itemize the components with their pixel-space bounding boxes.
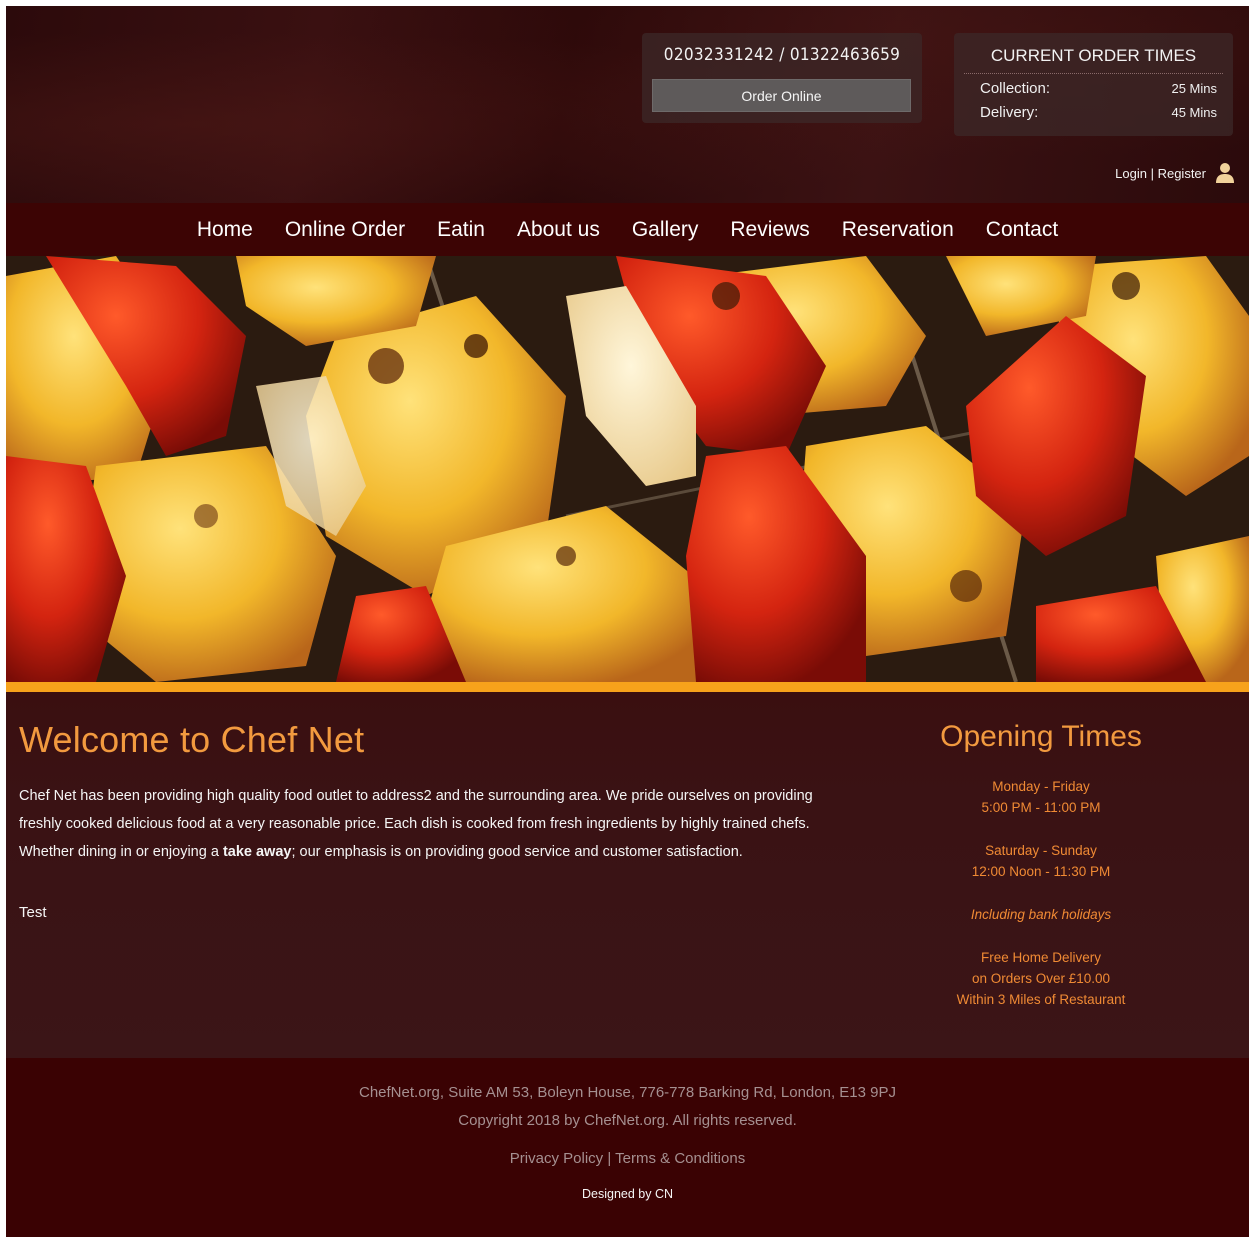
header: 02032331242 / 01322463659 Order Online C… <box>6 6 1249 203</box>
nav-item-reviews[interactable]: Reviews <box>714 218 825 242</box>
delivery-value: 45 Mins <box>1171 105 1217 120</box>
welcome-text-end: ; our emphasis is on providing good serv… <box>291 844 743 860</box>
delivery-line-2: on Orders Over £10.00 <box>971 971 1111 986</box>
welcome-title: Welcome to Chef Net <box>19 719 365 760</box>
main-nav: Home Online Order Eatin About us Gallery… <box>6 203 1249 256</box>
hero-accent-bar <box>6 682 1249 692</box>
order-times-title: CURRENT ORDER TIMES <box>990 46 1197 65</box>
bank-holidays-note: Including bank holidays <box>970 907 1112 922</box>
phone-box: 02032331242 / 01322463659 Order Online <box>642 33 922 123</box>
privacy-policy-link[interactable]: Privacy Policy <box>510 1150 603 1167</box>
weekday-days: Monday - Friday <box>992 779 1090 794</box>
register-link[interactable]: Register <box>1158 166 1206 181</box>
order-times-divider <box>964 73 1223 74</box>
main-content: Welcome to Chef Net Chef Net has been pr… <box>6 692 1249 1058</box>
footer-links: Privacy Policy | Terms & Conditions <box>6 1150 1249 1167</box>
weekend-days: Saturday - Sunday <box>985 843 1097 858</box>
delivery-line-1: Free Home Delivery <box>980 950 1102 965</box>
order-times-box: CURRENT ORDER TIMES Collection: 25 Mins … <box>954 33 1233 136</box>
test-text: Test <box>19 904 47 921</box>
welcome-paragraph: Chef Net has been providing high quality… <box>19 782 839 866</box>
collection-row: Collection: 25 Mins <box>980 80 1217 97</box>
collection-value: 25 Mins <box>1171 81 1217 96</box>
collection-label: Collection: <box>980 80 1051 97</box>
weekday-hours: 5:00 PM - 11:00 PM <box>981 800 1101 815</box>
nav-item-eatin[interactable]: Eatin <box>421 218 501 242</box>
nav-item-online-order[interactable]: Online Order <box>269 218 421 242</box>
designed-by: Designed by CN <box>581 1187 673 1201</box>
footer-copyright: Copyright 2018 by ChefNet.org. All right… <box>458 1112 797 1129</box>
delivery-row: Delivery: 45 Mins <box>980 104 1217 121</box>
login-link[interactable]: Login <box>1115 166 1147 181</box>
login-register: Login | Register <box>1115 162 1235 184</box>
user-icon[interactable] <box>1215 162 1235 184</box>
footer-link-separator: | <box>607 1150 612 1167</box>
weekend-hours: 12:00 Noon - 11:30 PM <box>971 864 1111 879</box>
nav-item-gallery[interactable]: Gallery <box>616 218 715 242</box>
footer: ChefNet.org, Suite AM 53, Boleyn House, … <box>6 1058 1249 1237</box>
login-separator: | <box>1150 165 1154 181</box>
hero-food-image <box>6 256 1249 682</box>
nav-item-home[interactable]: Home <box>181 218 269 242</box>
nav-item-reservation[interactable]: Reservation <box>826 218 970 242</box>
take-away-text: take away <box>222 844 292 860</box>
phone-numbers: 02032331242 / 01322463659 <box>663 45 901 65</box>
opening-times-title: Opening Times <box>940 720 1142 753</box>
delivery-line-3: Within 3 Miles of Restaurant <box>956 992 1126 1007</box>
terms-conditions-link[interactable]: Terms & Conditions <box>615 1150 745 1167</box>
nav-item-about-us[interactable]: About us <box>501 218 616 242</box>
order-online-button[interactable]: Order Online <box>652 79 911 112</box>
delivery-label: Delivery: <box>980 104 1039 121</box>
footer-address: ChefNet.org, Suite AM 53, Boleyn House, … <box>359 1084 896 1101</box>
nav-item-contact[interactable]: Contact <box>970 218 1074 242</box>
page-frame: 02032331242 / 01322463659 Order Online C… <box>6 6 1249 1237</box>
